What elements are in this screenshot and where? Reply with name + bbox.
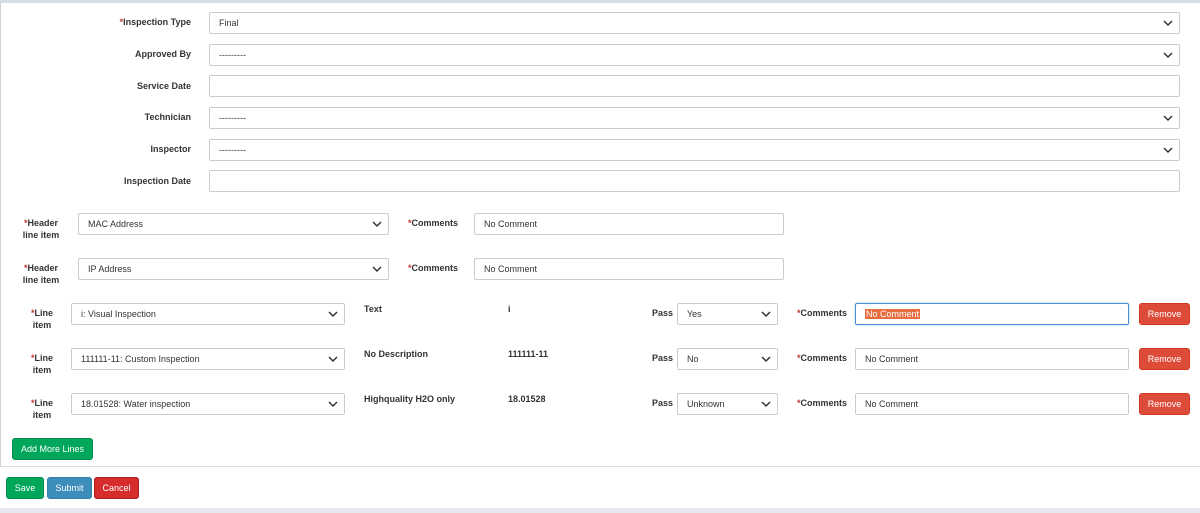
line-item-code: 111111-11 <box>508 349 549 359</box>
line-item-comment-value: No Comment <box>865 399 919 409</box>
pass-value: Yes <box>687 309 702 319</box>
line-item-description: Highquality H2O only <box>364 394 456 404</box>
inspection-form-page: *Inspection Type Final Approved By -----… <box>0 0 1200 513</box>
line-item-label: *Line item <box>30 398 54 420</box>
header-comment-value: No Comment <box>484 219 538 229</box>
header-line-item-value: IP Address <box>88 264 132 274</box>
line-item-value: 111111-11: Custom Inspection <box>81 354 200 364</box>
cancel-button[interactable]: Cancel <box>94 477 139 499</box>
header-comment-input[interactable]: No Comment <box>474 258 784 280</box>
chevron-down-icon <box>761 401 771 408</box>
line-item-comment-value: No Comment <box>865 354 919 364</box>
approved-by-label: Approved By <box>134 49 191 59</box>
line-item-value: 18.01528: Water inspection <box>81 399 191 409</box>
remove-button[interactable]: Remove <box>1139 303 1190 325</box>
comments-label: *Comments <box>408 263 459 273</box>
inspector-label: Inspector <box>150 144 191 154</box>
header-line-item-label: *Header line item <box>22 218 60 240</box>
chevron-down-icon <box>372 221 382 228</box>
line-item-description: Text <box>364 304 382 314</box>
line-item-comment-input[interactable]: No Comment <box>855 393 1129 415</box>
inspection-type-select[interactable]: Final <box>209 12 1180 34</box>
left-rule <box>0 3 1 513</box>
form-footer: Save Submit Cancel <box>0 466 1200 513</box>
approved-by-select[interactable]: --------- <box>209 44 1180 66</box>
line-item-description: No Description <box>364 349 429 359</box>
service-date-label: Service Date <box>136 81 191 91</box>
comments-label: *Comments <box>797 308 848 318</box>
chevron-down-icon <box>1163 20 1173 27</box>
line-item-label: *Line item <box>30 308 54 330</box>
header-comment-value: No Comment <box>484 264 538 274</box>
comments-label: *Comments <box>797 353 848 363</box>
pass-value: Unknown <box>687 399 725 409</box>
line-item-select[interactable]: i: Visual Inspection <box>71 303 345 325</box>
top-rule <box>0 0 1200 3</box>
line-item-comment-value: No Comment <box>865 309 921 319</box>
remove-button[interactable]: Remove <box>1139 393 1190 415</box>
line-item-select[interactable]: 18.01528: Water inspection <box>71 393 345 415</box>
submit-button[interactable]: Submit <box>47 477 92 499</box>
inspector-value: --------- <box>219 145 246 155</box>
line-item-value: i: Visual Inspection <box>81 309 156 319</box>
line-item-code: i <box>508 304 511 314</box>
save-button[interactable]: Save <box>6 477 44 499</box>
remove-button[interactable]: Remove <box>1139 348 1190 370</box>
inspection-date-input[interactable] <box>209 170 1180 192</box>
pass-select[interactable]: No <box>677 348 778 370</box>
approved-by-value: --------- <box>219 50 246 60</box>
inspection-date-label: Inspection Date <box>123 176 191 186</box>
technician-label: Technician <box>144 112 191 122</box>
chevron-down-icon <box>761 311 771 318</box>
comments-label: *Comments <box>408 218 459 228</box>
line-item-label: *Line item <box>30 353 54 375</box>
comments-label: *Comments <box>797 398 848 408</box>
chevron-down-icon <box>372 266 382 273</box>
header-line-item-label: *Header line item <box>22 263 60 285</box>
chevron-down-icon <box>761 356 771 363</box>
service-date-input[interactable] <box>209 75 1180 97</box>
pass-label: Pass <box>652 353 674 363</box>
add-more-lines-button[interactable]: Add More Lines <box>12 438 93 460</box>
chevron-down-icon <box>328 356 338 363</box>
chevron-down-icon <box>1163 147 1173 154</box>
header-comment-input[interactable]: No Comment <box>474 213 784 235</box>
chevron-down-icon <box>328 401 338 408</box>
pass-select[interactable]: Unknown <box>677 393 778 415</box>
inspection-type-value: Final <box>219 18 239 28</box>
line-item-select[interactable]: 111111-11: Custom Inspection <box>71 348 345 370</box>
pass-label: Pass <box>652 398 674 408</box>
technician-value: --------- <box>219 113 246 123</box>
chevron-down-icon <box>328 311 338 318</box>
pass-select[interactable]: Yes <box>677 303 778 325</box>
line-item-code: 18.01528 <box>508 394 546 404</box>
inspector-select[interactable]: --------- <box>209 139 1180 161</box>
line-item-comment-input[interactable]: No Comment <box>855 303 1129 325</box>
pass-label: Pass <box>652 308 674 318</box>
technician-select[interactable]: --------- <box>209 107 1180 129</box>
line-item-comment-input[interactable]: No Comment <box>855 348 1129 370</box>
header-line-item-select[interactable]: MAC Address <box>78 213 389 235</box>
footer-bottom-rule <box>0 508 1200 513</box>
header-line-item-value: MAC Address <box>88 219 144 229</box>
header-line-item-select[interactable]: IP Address <box>78 258 389 280</box>
inspection-type-label: *Inspection Type <box>119 17 191 27</box>
chevron-down-icon <box>1163 52 1173 59</box>
pass-value: No <box>687 354 699 364</box>
chevron-down-icon <box>1163 115 1173 122</box>
